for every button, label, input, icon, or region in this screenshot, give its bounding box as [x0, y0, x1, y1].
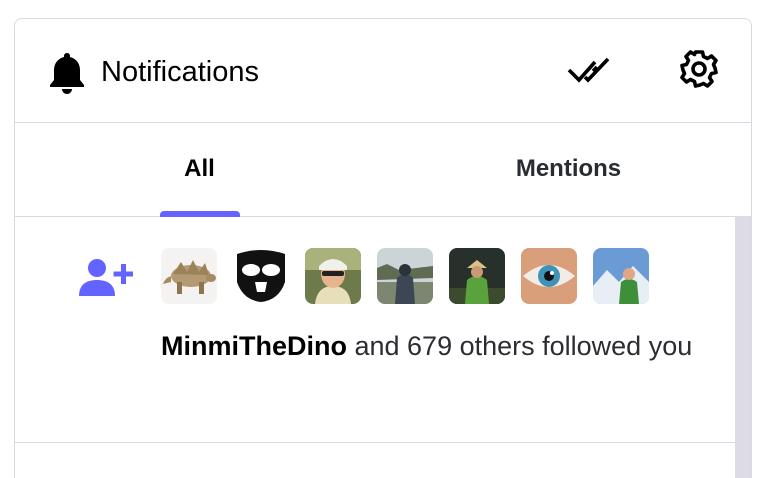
- notification-item[interactable]: MinmiTheDino and 679 others followed you: [15, 216, 735, 443]
- cyclist-avatar-image: [305, 248, 361, 304]
- avatar[interactable]: [377, 248, 433, 304]
- gear-icon[interactable]: [677, 47, 721, 91]
- person-add-icon: [79, 259, 133, 296]
- dinosaur-avatar-image: [161, 248, 217, 304]
- eye-avatar-image: [521, 248, 577, 304]
- avatar[interactable]: [233, 248, 289, 304]
- avatar[interactable]: [521, 248, 577, 304]
- notification-text: MinmiTheDino and 679 others followed you: [161, 324, 721, 368]
- panel-header: Notifications: [15, 19, 751, 123]
- bell-icon: [50, 53, 84, 94]
- avatar[interactable]: [593, 248, 649, 304]
- scrollbar[interactable]: [735, 216, 751, 478]
- account-name-link[interactable]: MinmiTheDino: [161, 331, 347, 361]
- tab-all-label: All: [184, 155, 215, 182]
- avatar[interactable]: [161, 248, 217, 304]
- double-check-icon[interactable]: [565, 55, 615, 87]
- notifications-panel: Notifications All Mentions MinmiTheDino …: [14, 18, 752, 478]
- tab-bar: All Mentions: [15, 122, 751, 217]
- tab-all[interactable]: All: [15, 122, 384, 217]
- hiker-dark-avatar-image: [449, 248, 505, 304]
- avatar[interactable]: [305, 248, 361, 304]
- avatar[interactable]: [449, 248, 505, 304]
- notification-rest-text: and 679 others followed you: [346, 331, 693, 361]
- tab-mentions[interactable]: Mentions: [384, 122, 751, 216]
- mountain-climber-avatar-image: [593, 248, 649, 304]
- hiker-road-avatar-image: [377, 248, 433, 304]
- page-title: Notifications: [101, 56, 259, 88]
- masked-face-avatar-image: [233, 248, 289, 304]
- notification-feed[interactable]: MinmiTheDino and 679 others followed you: [15, 216, 751, 478]
- tab-mentions-label: Mentions: [515, 155, 622, 182]
